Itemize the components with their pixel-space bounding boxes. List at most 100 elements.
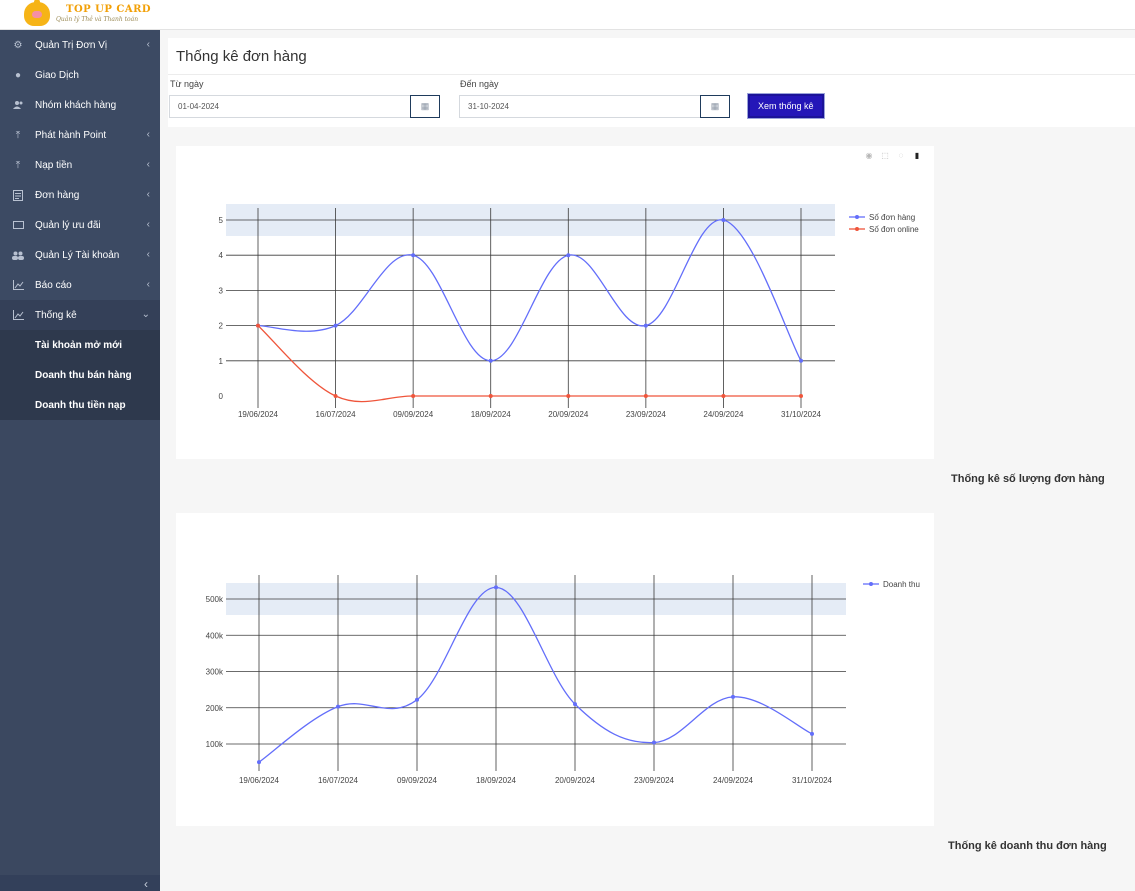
chevron-left-icon: ‹ — [144, 877, 148, 891]
legend-label[interactable]: Số đơn hàng — [869, 213, 915, 222]
y-tick-label: 300k — [206, 668, 224, 677]
top-bar: TOP UP CARD Quản lý Thẻ và Thanh toán — [0, 0, 1135, 30]
to-date-input[interactable] — [459, 95, 701, 118]
data-point[interactable] — [333, 394, 338, 398]
orders-chart-caption: Thống kê số lượng đơn hàng — [951, 473, 1105, 485]
sidebar-item-phat-hanh-point[interactable]: ⤒ Phát hành Point ‹ — [0, 120, 160, 150]
data-point[interactable] — [494, 585, 498, 590]
sidebar-item-nap-tien[interactable]: ⤒ Nạp tiền ‹ — [0, 150, 160, 180]
sidebar-item-nhom-khach-hang[interactable]: Nhóm khách hàng — [0, 90, 160, 120]
from-date-input[interactable] — [169, 95, 411, 118]
data-point[interactable] — [336, 704, 340, 709]
data-point[interactable] — [652, 740, 656, 745]
data-point[interactable] — [256, 323, 260, 328]
coins-icon: ● — [14, 69, 22, 81]
sidebar-item-quan-tri-don-vi[interactable]: ⚙ Quản Trị Đơn Vị ‹ — [0, 30, 160, 60]
sidebar-item-label: Nhóm khách hàng — [35, 99, 117, 111]
sidebar-subitem-doanh-thu-tien-nap[interactable]: Doanh thu tiền nạp — [0, 390, 160, 420]
brand-logo[interactable]: TOP UP CARD Quản lý Thẻ và Thanh toán — [24, 0, 151, 26]
sidebar-item-thong-ke[interactable]: Thống kê ⌄ — [0, 300, 160, 330]
sidebar-item-quan-ly-uu-dai[interactable]: Quản lý ưu đãi ‹ — [0, 210, 160, 240]
data-point[interactable] — [573, 702, 577, 707]
x-tick-label: 24/09/2024 — [713, 776, 754, 785]
chart-modebar: ◉ ⬚ ◌ ▮ — [864, 151, 922, 160]
data-point[interactable] — [643, 394, 648, 398]
revenue-chart-card: 100k 200k 300k 400k 500k 19/06/2024 16/07/2024… — [176, 513, 934, 826]
page-title: Thống kê đơn hàng — [176, 48, 307, 65]
data-point[interactable] — [566, 253, 571, 258]
legend-marker — [855, 227, 859, 231]
page-header: Thống kê đơn hàng — [168, 38, 1135, 75]
sidebar-item-label: Nạp tiền — [35, 159, 73, 171]
data-point[interactable] — [411, 253, 416, 258]
x-tick-label: 18/09/2024 — [471, 410, 512, 419]
sidebar-subitem-tai-khoan-mo-moi[interactable]: Tài khoản mở mới — [0, 330, 160, 360]
document-icon — [12, 189, 24, 201]
chevron-left-icon: ‹ — [146, 159, 150, 170]
x-tick-label: 24/09/2024 — [703, 410, 744, 419]
data-point[interactable] — [566, 394, 571, 398]
box-select-icon[interactable]: ⬚ — [880, 151, 890, 160]
data-point[interactable] — [333, 323, 338, 328]
data-point[interactable] — [488, 394, 493, 398]
y-tick-label: 1 — [219, 357, 224, 366]
chevron-left-icon: ‹ — [146, 219, 150, 230]
upload-icon: ⤒ — [15, 159, 21, 171]
x-tick-label: 31/10/2024 — [781, 410, 822, 419]
data-point[interactable] — [810, 731, 814, 736]
plotly-logo-icon[interactable]: ▮ — [912, 151, 922, 160]
data-point[interactable] — [415, 697, 419, 702]
sidebar-item-giao-dich[interactable]: ● Giao Dịch — [0, 60, 160, 90]
camera-icon[interactable]: ◉ — [864, 151, 874, 160]
legend-label[interactable]: Doanh thu — [883, 580, 920, 589]
sidebar-item-label: Quản Trị Đơn Vị — [35, 39, 108, 51]
from-date-calendar-button[interactable]: ▦ — [410, 95, 440, 118]
sidebar-item-label: Thống kê — [35, 309, 77, 321]
x-tick-label: 20/09/2024 — [548, 410, 589, 419]
sidebar-subitem-doanh-thu-ban-hang[interactable]: Doanh thu bán hàng — [0, 360, 160, 390]
users-icon — [12, 99, 24, 111]
data-point[interactable] — [799, 358, 803, 363]
revenue-chart: 100k 200k 300k 400k 500k 19/06/2024 16/07/2024… — [206, 575, 920, 785]
lasso-icon[interactable]: ◌ — [896, 151, 906, 160]
data-point[interactable] — [731, 694, 735, 699]
x-tick-label: 09/09/2024 — [397, 776, 438, 785]
data-point[interactable] — [257, 760, 261, 765]
ticket-icon — [12, 219, 24, 231]
sidebar: ⚙ Quản Trị Đơn Vị ‹ ● Giao Dịch Nhóm khá… — [0, 30, 160, 891]
sidebar-item-don-hang[interactable]: Đơn hàng ‹ — [0, 180, 160, 210]
orders-chart-card: ◉ ⬚ ◌ ▮ 0 1 2 3 4 5 19/06/2024 16/07/2024 09/09/… — [176, 146, 934, 459]
x-tick-label: 31/10/2024 — [792, 776, 833, 785]
gear-icon: ⚙ — [13, 39, 23, 51]
data-point[interactable] — [411, 394, 416, 398]
upload-icon: ⤒ — [15, 129, 21, 141]
orders-chart: 0 1 2 3 4 5 19/06/2024 16/07/2024 09/09/2024 18/0… — [219, 204, 919, 419]
submenu-thong-ke: Tài khoản mở mới Doanh thu bán hàng Doan… — [0, 330, 160, 420]
sidebar-item-quan-ly-tai-khoan[interactable]: Quản Lý Tài khoản ‹ — [0, 240, 160, 270]
chevron-left-icon: ‹ — [146, 279, 150, 290]
data-point[interactable] — [721, 218, 726, 222]
x-tick-label: 23/09/2024 — [626, 410, 667, 419]
calendar-icon: ▦ — [420, 101, 430, 111]
legend-marker — [855, 215, 859, 219]
to-date-label: Đến ngày — [460, 79, 499, 89]
to-date-calendar-button[interactable]: ▦ — [700, 95, 730, 118]
chevron-down-icon: ⌄ — [141, 309, 150, 320]
piggy-bank-icon — [24, 0, 50, 26]
y-tick-label: 200k — [206, 704, 224, 713]
x-tick-label: 19/06/2024 — [239, 776, 280, 785]
data-point[interactable] — [488, 358, 493, 363]
sidebar-item-bao-cao[interactable]: Báo cáo ‹ — [0, 270, 160, 300]
brand-subtitle: Quản lý Thẻ và Thanh toán — [56, 16, 139, 23]
series-line — [257, 325, 801, 403]
sidebar-empty-area — [0, 420, 160, 891]
data-point[interactable] — [721, 394, 726, 398]
sidebar-collapse-button[interactable]: ‹ — [0, 875, 160, 891]
data-point[interactable] — [643, 323, 648, 328]
view-statistics-button[interactable]: Xem thống kê — [748, 94, 824, 118]
sidebar-item-label: Quản Lý Tài khoản — [35, 249, 120, 261]
legend-label[interactable]: Số đơn online — [869, 225, 919, 234]
data-point[interactable] — [799, 394, 803, 398]
chevron-left-icon: ‹ — [146, 129, 150, 140]
y-tick-label: 3 — [219, 286, 224, 295]
